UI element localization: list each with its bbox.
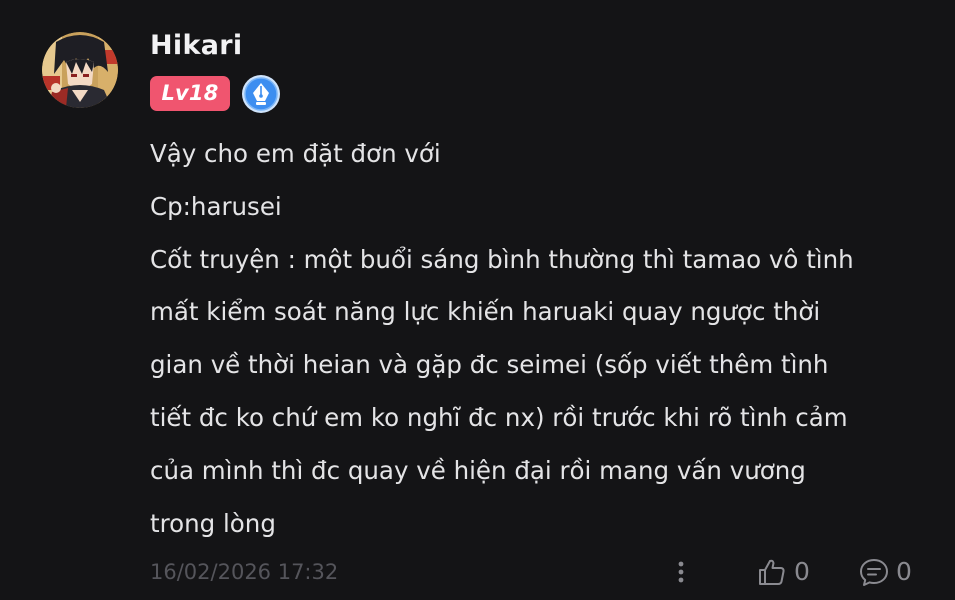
comment-body: Vậy cho em đặt đơn với Cp:harusei Cốt tr… (150, 128, 940, 550)
like-button[interactable]: 0 (756, 554, 810, 590)
username[interactable]: Hikari (150, 28, 242, 64)
reply-button[interactable]: 0 (858, 554, 912, 590)
comment-bubble-icon (858, 556, 890, 588)
comment-line: gian về thời heian và gặp đc seimei (sốp… (150, 350, 829, 380)
more-vertical-icon (678, 561, 684, 583)
comment-card: Hikari Lv18 Vậy cho em đặt đơn với Cp:ha… (0, 0, 955, 600)
comment-line: Cp:harusei (150, 191, 282, 221)
more-options-button[interactable] (666, 556, 696, 588)
timestamp: 16/02/2026 17:32 (150, 560, 339, 584)
comment-line: mất kiểm soát năng lực khiến haruaki qua… (150, 297, 821, 327)
comment-line: tiết đc ko chứ em ko nghĩ đc nx) rồi trư… (150, 402, 848, 432)
like-count: 0 (794, 557, 810, 586)
comment-line: của mình thì đc quay về hiện đại rồi man… (150, 455, 806, 485)
avatar[interactable] (42, 32, 118, 108)
comment-footer: 16/02/2026 17:32 0 0 (0, 550, 955, 594)
avatar-image (42, 32, 118, 108)
thumbs-up-icon (756, 556, 788, 588)
pen-nib-icon (242, 75, 280, 113)
comment-line: Vậy cho em đặt đơn với (150, 139, 441, 168)
reply-count: 0 (896, 557, 912, 586)
creator-badge (241, 74, 281, 114)
comment-line: Cốt truyện : một buổi sáng bình thường t… (150, 244, 854, 274)
comment-line: trong lòng (150, 508, 276, 538)
level-badge: Lv18 (150, 76, 230, 111)
